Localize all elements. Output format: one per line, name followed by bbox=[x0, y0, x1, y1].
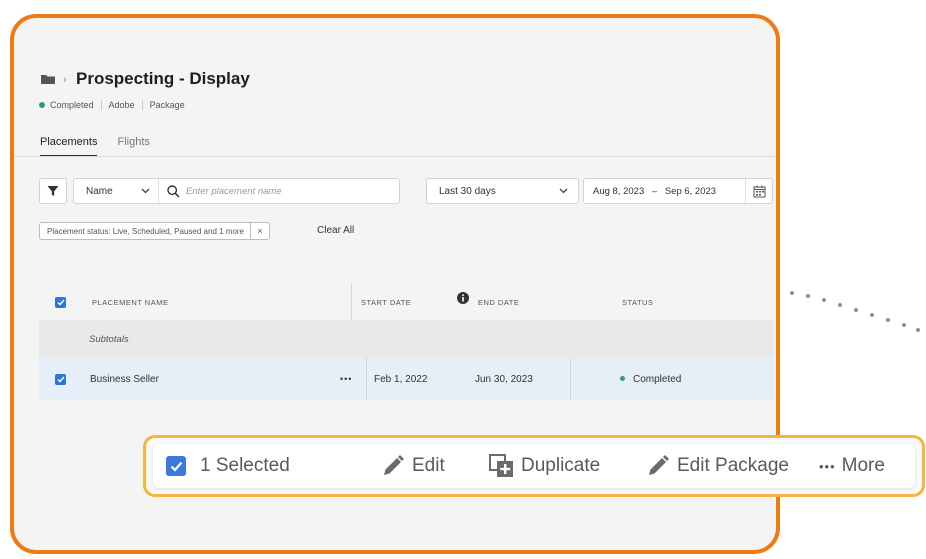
row-checkbox[interactable] bbox=[55, 373, 66, 385]
search-field-select-value: Name bbox=[86, 185, 113, 197]
search-group: Name Enter placement name bbox=[73, 178, 400, 204]
selected-checkbox[interactable] bbox=[166, 456, 186, 476]
status-dot-icon bbox=[620, 376, 625, 382]
tabs-divider bbox=[14, 156, 776, 157]
search-field-select[interactable]: Name bbox=[74, 179, 159, 203]
table-header: PLACEMENT NAME START DATE END DATE STATU… bbox=[39, 284, 774, 320]
edit-label: Edit bbox=[412, 455, 445, 476]
filter-chip-label: Placement status: Live, Scheduled, Pause… bbox=[47, 226, 245, 236]
subtotal-label: Subtotals bbox=[89, 333, 129, 345]
remove-filter-button[interactable]: × bbox=[250, 223, 269, 239]
package-type: Package bbox=[149, 100, 185, 110]
more-dots-icon: ••• bbox=[819, 458, 836, 474]
start-date: Feb 1, 2022 bbox=[374, 373, 428, 385]
filter-chip: Placement status: Live, Scheduled, Pause… bbox=[39, 222, 271, 240]
col-start-date[interactable]: START DATE bbox=[361, 298, 411, 307]
breadcrumb-chevron-icon: › bbox=[63, 74, 67, 86]
status-dot-icon bbox=[39, 102, 45, 108]
search-icon bbox=[167, 184, 180, 198]
selected-count-label: 1 Selected bbox=[200, 455, 290, 476]
edit-button[interactable]: Edit bbox=[381, 444, 445, 488]
duplicate-icon bbox=[489, 454, 513, 477]
clear-all-button[interactable]: Clear All bbox=[317, 225, 354, 236]
selected-count[interactable]: 1 Selected bbox=[166, 444, 290, 488]
more-button[interactable]: ••• More bbox=[819, 444, 885, 488]
filter-icon bbox=[47, 186, 59, 196]
tab-flights[interactable]: Flights bbox=[117, 136, 149, 157]
search-placeholder: Enter placement name bbox=[186, 185, 282, 197]
duplicate-button[interactable]: Duplicate bbox=[489, 444, 600, 488]
pencil-icon bbox=[384, 455, 404, 475]
filter-button[interactable] bbox=[39, 178, 67, 204]
checkmark-icon bbox=[56, 376, 65, 383]
date-start: Aug 8, 2023 bbox=[593, 185, 645, 197]
date-preset-select[interactable]: Last 30 days bbox=[426, 178, 579, 204]
date-separator: – bbox=[651, 185, 658, 197]
bulk-action-bar-inner: 1 Selected Edit Duplicate Edit Package •… bbox=[153, 444, 915, 488]
col-end-date[interactable]: END DATE bbox=[478, 298, 519, 307]
page-title: Prospecting - Display bbox=[76, 69, 250, 88]
checkmark-icon bbox=[56, 299, 65, 306]
calendar-button[interactable] bbox=[745, 179, 772, 203]
placement-name[interactable]: Business Seller bbox=[90, 374, 159, 385]
col-status[interactable]: STATUS bbox=[622, 298, 653, 307]
col-placement-name[interactable]: PLACEMENT NAME bbox=[92, 298, 168, 307]
select-all-checkbox[interactable] bbox=[55, 296, 66, 308]
subtotal-row: Subtotals bbox=[39, 320, 774, 358]
table-row[interactable]: Business Seller ••• Feb 1, 2022 Jun 30, … bbox=[39, 358, 774, 400]
info-icon[interactable] bbox=[457, 292, 469, 306]
tab-bar: Placements Flights bbox=[40, 136, 170, 157]
edit-package-label: Edit Package bbox=[677, 455, 789, 476]
package-meta: Completed Adobe Package bbox=[39, 100, 185, 110]
package-status: Completed bbox=[50, 100, 94, 110]
calendar-icon bbox=[753, 185, 765, 197]
more-label: More bbox=[841, 455, 885, 476]
folder-icon[interactable] bbox=[41, 74, 55, 84]
date-range-text: Aug 8, 2023 – Sep 6, 2023 bbox=[584, 186, 745, 197]
status-badge: Completed bbox=[620, 374, 681, 385]
chevron-down-icon bbox=[141, 188, 150, 194]
placements-table: PLACEMENT NAME START DATE END DATE STATU… bbox=[39, 284, 774, 400]
status-text: Completed bbox=[633, 373, 682, 385]
row-more-icon[interactable]: ••• bbox=[340, 374, 352, 384]
end-date: Jun 30, 2023 bbox=[475, 373, 533, 385]
checkmark-icon bbox=[170, 461, 182, 472]
search-input[interactable]: Enter placement name bbox=[159, 184, 399, 198]
date-preset-value: Last 30 days bbox=[439, 185, 496, 197]
pencil-icon bbox=[649, 455, 669, 475]
package-advertiser: Adobe bbox=[108, 100, 135, 110]
chevron-down-icon bbox=[559, 188, 568, 194]
edit-package-button[interactable]: Edit Package bbox=[646, 444, 789, 488]
tab-placements[interactable]: Placements bbox=[40, 136, 98, 157]
duplicate-label: Duplicate bbox=[521, 455, 601, 476]
date-range-picker[interactable]: Aug 8, 2023 – Sep 6, 2023 bbox=[583, 178, 773, 204]
date-end: Sep 6, 2023 bbox=[664, 185, 717, 197]
bulk-action-bar: 1 Selected Edit Duplicate Edit Package •… bbox=[143, 435, 925, 497]
